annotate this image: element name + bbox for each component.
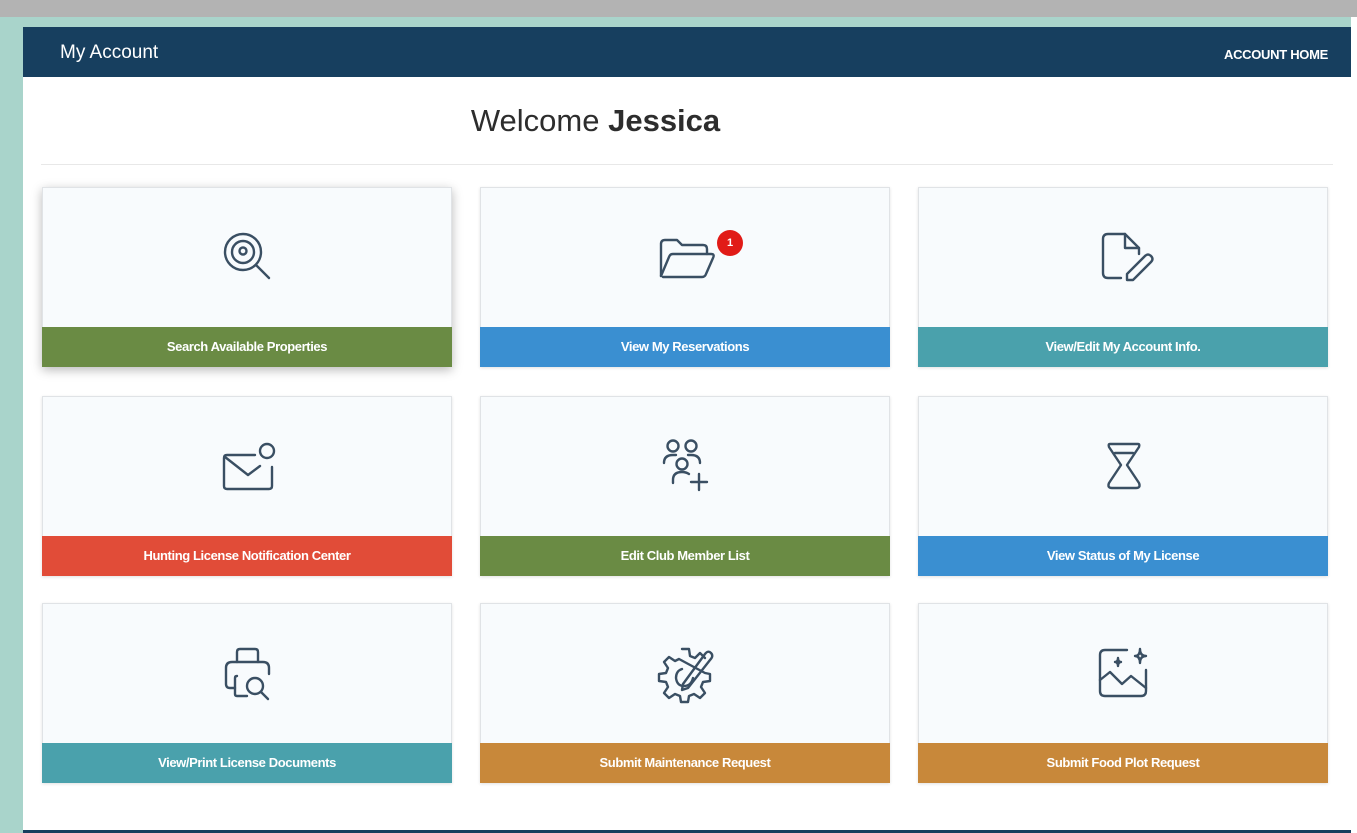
page-edge: [1351, 17, 1357, 833]
tile-submit-food-plot-request[interactable]: Submit Food Plot Request: [918, 603, 1328, 783]
tile-label: View/Edit My Account Info.: [918, 327, 1328, 367]
welcome-message: Welcome Jessica: [23, 102, 1168, 140]
document-edit-icon: [1091, 224, 1157, 290]
tile-view-my-reservations[interactable]: 1 View My Reservations: [480, 187, 890, 367]
tile-edit-club-member-list[interactable]: Edit Club Member List: [480, 396, 890, 576]
account-header: My Account ACCOUNT HOME: [23, 27, 1351, 77]
tile-submit-maintenance-request[interactable]: Submit Maintenance Request: [480, 603, 890, 783]
tile-view-status-of-my-license[interactable]: View Status of My License: [918, 396, 1328, 576]
welcome-greeting: Welcome: [470, 103, 600, 138]
people-add-icon: [653, 433, 719, 499]
tile-label: View Status of My License: [918, 536, 1328, 576]
search-location-icon: [215, 224, 281, 290]
hourglass-icon: [1091, 433, 1157, 499]
tile-label: Hunting License Notification Center: [42, 536, 452, 576]
tile-search-available-properties[interactable]: Search Available Properties: [42, 187, 452, 367]
tile-hunting-license-notification-center[interactable]: Hunting License Notification Center: [42, 396, 452, 576]
tile-label: Search Available Properties: [42, 327, 452, 367]
tile-label: View My Reservations: [480, 327, 890, 367]
tile-label: Submit Maintenance Request: [480, 743, 890, 783]
folder-open-icon: [653, 224, 719, 290]
gear-wrench-icon: [653, 640, 719, 706]
mail-notification-icon: [215, 433, 281, 499]
image-sparkle-icon: [1091, 640, 1157, 706]
tile-label: Submit Food Plot Request: [918, 743, 1328, 783]
notification-badge: 1: [717, 230, 743, 256]
account-panel: My Account ACCOUNT HOME Welcome Jessica …: [23, 27, 1351, 833]
tile-view-print-license-documents[interactable]: View/Print License Documents: [42, 603, 452, 783]
browser-top-strip: [0, 0, 1357, 17]
tile-view-edit-account-info[interactable]: View/Edit My Account Info.: [918, 187, 1328, 367]
welcome-user-name: Jessica: [608, 103, 721, 138]
divider: [41, 164, 1333, 165]
print-search-icon: [215, 640, 281, 706]
tile-label: Edit Club Member List: [480, 536, 890, 576]
page-title: My Account: [60, 42, 159, 63]
tile-label: View/Print License Documents: [42, 743, 452, 783]
account-home-link[interactable]: ACCOUNT HOME: [1224, 47, 1328, 63]
